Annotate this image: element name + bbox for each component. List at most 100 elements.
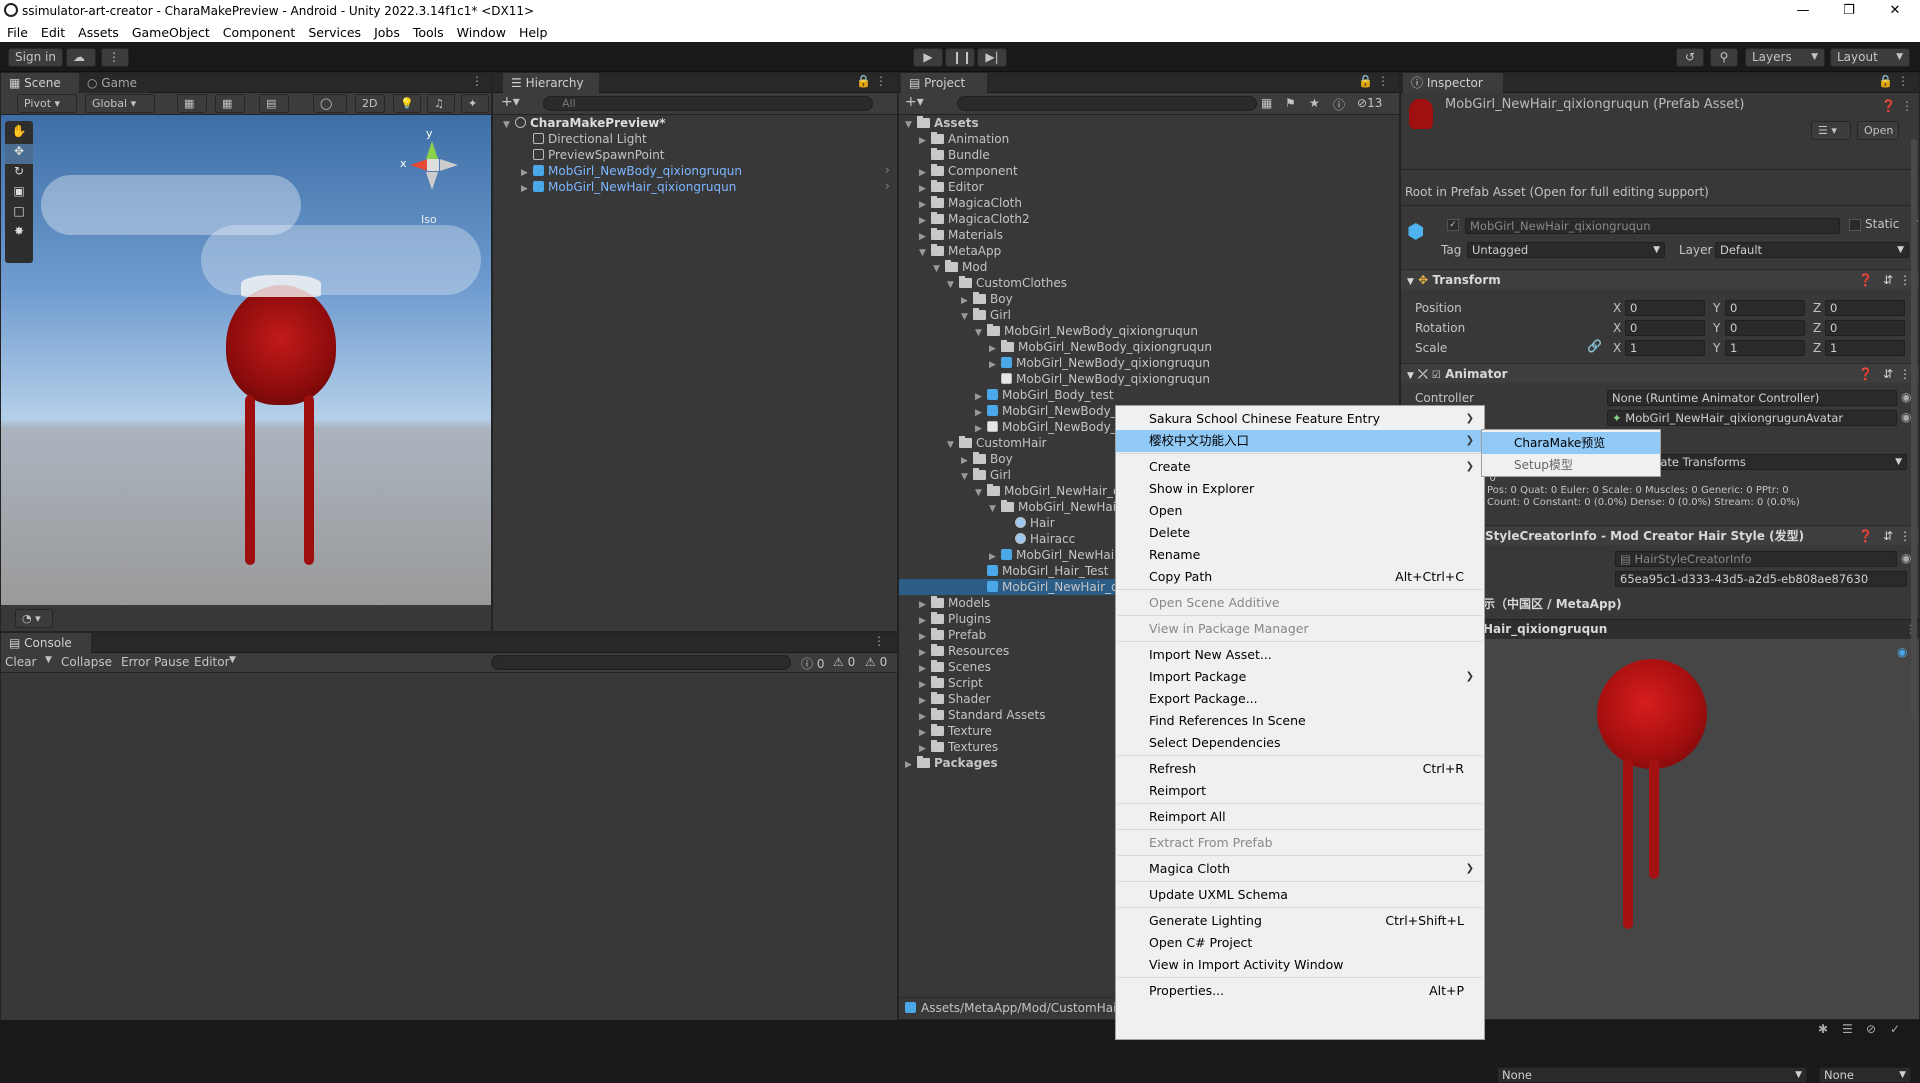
hand-tool-icon[interactable]: ✋ — [5, 124, 33, 144]
pause-button[interactable]: ❙❙ — [945, 48, 975, 67]
favorite-icon[interactable]: ★ — [1309, 96, 1320, 110]
preset-icon[interactable]: ⇵ — [1883, 270, 1893, 290]
bug-icon[interactable]: ✱ — [1818, 1022, 1828, 1036]
project-tree-item[interactable]: ▼ Girl — [899, 307, 1399, 323]
scene-viewport[interactable]: ✋ ✥ ↻ ▣ □ ✸ y x Iso — [1, 115, 491, 605]
lock-icon[interactable]: 🔒 — [1358, 74, 1373, 88]
editor-dropdown[interactable]: Editor — [194, 655, 230, 669]
layers-dropdown[interactable]: Layers ▼ — [1745, 48, 1825, 67]
menu-assets[interactable]: Assets — [71, 25, 125, 40]
network-icon[interactable]: ⊘ — [1866, 1022, 1876, 1036]
position-y-field[interactable]: 0 — [1725, 300, 1805, 316]
error-pause-button[interactable]: Error Pause — [121, 655, 189, 669]
global-dropdown[interactable]: Global ▾ — [85, 94, 155, 113]
hierarchy-item[interactable]: ▶ MobGirl_NewBody_qixiongruqun — [521, 163, 742, 179]
tab-inspector[interactable]: ⓘ Inspector — [1403, 73, 1503, 93]
help-icon[interactable]: ❓ — [1858, 364, 1873, 384]
draw-mode-icon[interactable]: ◯ — [313, 94, 347, 113]
project-tree-item[interactable]: ▶ Editor — [899, 179, 1399, 195]
search-icon[interactable]: ⚲ — [1710, 48, 1738, 67]
context-menu-item[interactable]: Import Package ❯ — [1116, 666, 1484, 688]
controller-field[interactable]: None (Runtime Animator Controller) — [1607, 390, 1897, 406]
context-menu-item[interactable]: Copy Path Alt+Ctrl+C — [1116, 566, 1484, 588]
history-icon[interactable]: ↺ — [1676, 48, 1704, 67]
project-tree-item[interactable]: ▶ MobGirl_Body_test — [899, 387, 1399, 403]
context-menu-item[interactable]: View in Import Activity Window — [1116, 954, 1484, 976]
rotate-tool-icon[interactable]: ↻ — [5, 164, 33, 184]
pivot-dropdown[interactable]: Pivot ▾ — [17, 94, 77, 113]
sign-in-button[interactable]: Sign in — [8, 48, 63, 67]
project-tree-item[interactable]: Bundle — [899, 147, 1399, 163]
menu-services[interactable]: Services — [301, 25, 367, 40]
filter-label-icon[interactable]: ⚑ — [1285, 96, 1296, 110]
console-search-input[interactable] — [491, 655, 791, 670]
component-menu-icon[interactable]: ⋮ — [1899, 364, 1911, 384]
play-button[interactable]: ▶ — [913, 48, 943, 67]
overrides-dropdown[interactable]: ☰ ▾ — [1811, 121, 1851, 140]
preview-none-dropdown-1[interactable]: None ▼ — [1497, 1067, 1807, 1083]
object-picker-icon[interactable]: ◉ — [1901, 410, 1911, 424]
step-button[interactable]: ▶| — [977, 48, 1007, 67]
hierarchy-menu-icon[interactable]: ⋮ — [875, 74, 887, 88]
tab-console[interactable]: ▤ Console — [1, 633, 91, 653]
submenu-item-charamake-preview[interactable]: CharaMake预览 — [1482, 432, 1660, 454]
project-tree-item[interactable]: ▼ Mod — [899, 259, 1399, 275]
iso-label[interactable]: Iso — [421, 213, 437, 226]
project-search-input[interactable] — [957, 96, 1257, 111]
chevron-right-icon[interactable]: ▶ — [905, 757, 917, 773]
project-menu-icon[interactable]: ⋮ — [1377, 74, 1389, 88]
guid-field[interactable]: 65ea95c1-d333-43d5-a2d5-eb808ae87630 — [1615, 571, 1907, 587]
menu-file[interactable]: File — [0, 25, 34, 40]
position-x-field[interactable]: 0 — [1625, 300, 1705, 316]
move-tool-icon[interactable]: ✥ — [5, 144, 33, 164]
menu-edit[interactable]: Edit — [34, 25, 71, 40]
tag-icon[interactable]: ◉ — [1897, 645, 1907, 659]
effects-icon[interactable]: ✦ — [461, 94, 489, 113]
tag-dropdown[interactable]: Untagged ▼ — [1467, 242, 1665, 258]
stack-icon[interactable]: ☰ — [1842, 1022, 1853, 1036]
project-tree-item[interactable]: ▶ Materials — [899, 227, 1399, 243]
preview-none-dropdown-2[interactable]: None ▼ — [1819, 1067, 1911, 1083]
chevron-right-icon[interactable]: › — [885, 179, 890, 193]
hierarchy-root[interactable]: ▼ CharaMakePreview* — [503, 115, 666, 131]
context-menu-item[interactable]: Create ❯ — [1116, 456, 1484, 478]
open-button[interactable]: Open — [1857, 121, 1899, 140]
context-menu-item[interactable]: Sakura School Chinese Feature Entry ❯ — [1116, 408, 1484, 430]
scale-tool-icon[interactable]: ▣ — [5, 184, 33, 204]
context-menu-item[interactable]: 樱校中文功能入口 ❯ — [1116, 430, 1484, 452]
project-tree-item[interactable]: ▶ MagicaCloth — [899, 195, 1399, 211]
avatar-field[interactable]: ✦ MobGirl_NewHair_qixiongrugunAvatar — [1607, 410, 1897, 426]
rotation-z-field[interactable]: 0 — [1825, 320, 1905, 336]
rect-tool-icon[interactable]: □ — [5, 204, 33, 224]
cache-icon[interactable]: ✓ — [1890, 1022, 1900, 1036]
object-picker-icon[interactable]: ◉ — [1901, 551, 1911, 565]
hairstyle-script-field[interactable]: ▤ HairStyleCreatorInfo — [1615, 551, 1897, 567]
project-tree-item[interactable]: ▶ MobGirl_NewBody_qixiongruqun — [899, 339, 1399, 355]
help-icon[interactable]: ❓ — [1858, 526, 1873, 546]
grid-snap-icon[interactable]: ▦ — [177, 94, 207, 113]
info-count[interactable]: ⓘ 0 — [801, 655, 824, 672]
name-field[interactable]: MobGirl_NewHair_qixiongruqun — [1465, 218, 1840, 234]
info-icon[interactable]: ⓘ — [1333, 96, 1345, 113]
editor-dropdown-icon[interactable]: ▼ — [229, 655, 236, 665]
constrain-proportions-icon[interactable]: 🔗 — [1587, 339, 1602, 353]
hierarchy-search-input[interactable]: All — [543, 96, 873, 111]
context-menu-item[interactable]: Delete — [1116, 522, 1484, 544]
menu-tools[interactable]: Tools — [406, 25, 450, 40]
2d-toggle[interactable]: 2D — [355, 94, 385, 113]
chevron-right-icon[interactable]: › — [885, 163, 890, 177]
context-menu-item[interactable]: Rename — [1116, 544, 1484, 566]
menu-jobs[interactable]: Jobs — [367, 25, 406, 40]
menu-gameobject[interactable]: GameObject — [125, 25, 216, 40]
project-tree-item[interactable]: ▶ MobGirl_NewBody_qixiongruqun — [899, 355, 1399, 371]
context-menu-item[interactable]: Export Package... — [1116, 688, 1484, 710]
scale-y-field[interactable]: 1 — [1725, 340, 1805, 356]
help-icon[interactable]: ❓ — [1858, 270, 1873, 290]
tab-game[interactable]: ○ Game — [79, 73, 149, 93]
hair-model[interactable] — [226, 285, 336, 405]
add-icon[interactable]: +▾ — [905, 94, 924, 110]
project-tree-item[interactable]: ▶ Animation — [899, 131, 1399, 147]
menu-component[interactable]: Component — [216, 25, 302, 40]
warning-count[interactable]: ⚠ 0 — [833, 655, 855, 669]
object-picker-icon[interactable]: ◉ — [1901, 390, 1911, 404]
